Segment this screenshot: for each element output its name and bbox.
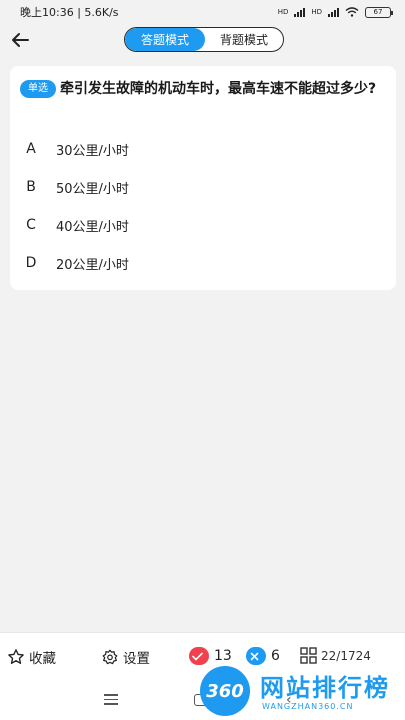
question-text-block: 单选 牵引发生故障的机动车时，最高车速不能超过多少? xyxy=(20,78,386,101)
wrong-count-value: 13 xyxy=(214,648,232,664)
status-icons: HD HD 67 xyxy=(277,6,393,18)
option-text: 20公里/小时 xyxy=(56,257,129,273)
option-a[interactable]: A 30公里/小时 xyxy=(20,134,129,164)
status-bar: 晚上10:36 | 5.6K/s HD HD 67 xyxy=(0,0,405,24)
answer-sheet-button[interactable]: 22/1724 xyxy=(300,647,371,664)
option-letter: B xyxy=(26,179,36,195)
option-letter: C xyxy=(26,217,36,233)
option-letter: D xyxy=(25,255,37,271)
cross-icon xyxy=(246,647,266,665)
network-label-1: HD xyxy=(277,8,289,16)
right-count-value: 6 xyxy=(271,648,280,664)
right-count[interactable]: 6 xyxy=(246,647,280,665)
option-d[interactable]: D 20公里/小时 xyxy=(20,248,129,278)
wrong-count[interactable]: 13 xyxy=(189,647,232,665)
signal-icon-2 xyxy=(328,7,339,17)
battery-icon: 67 xyxy=(365,6,393,18)
watermark-logo: 360 xyxy=(200,666,250,716)
question-text: 牵引发生故障的机动车时，最高车速不能超过多少? xyxy=(60,81,377,97)
favorite-button[interactable]: 收藏 xyxy=(7,647,56,667)
option-b[interactable]: B 50公里/小时 xyxy=(20,172,129,202)
star-icon xyxy=(8,649,24,664)
menu-icon[interactable] xyxy=(104,694,118,708)
favorite-label: 收藏 xyxy=(29,651,56,667)
option-letter: A xyxy=(26,141,36,157)
option-text: 40公里/小时 xyxy=(56,219,129,235)
settings-button[interactable]: 设置 xyxy=(101,647,150,667)
question-card: 单选 牵引发生故障的机动车时，最高车速不能超过多少? A 30公里/小时 B 50… xyxy=(10,66,396,290)
grid-icon xyxy=(300,647,317,664)
option-text: 50公里/小时 xyxy=(56,181,129,197)
option-text: 30公里/小时 xyxy=(56,143,129,159)
arrow-left-icon xyxy=(12,33,29,47)
question-type-badge: 单选 xyxy=(20,80,56,98)
gear-icon xyxy=(102,649,118,665)
tab-answer-mode[interactable]: 答题模式 xyxy=(125,28,205,51)
wifi-icon xyxy=(345,7,359,17)
settings-label: 设置 xyxy=(123,651,150,667)
watermark-url: WANGZHAN360.CN xyxy=(262,702,354,711)
mode-toggle: 答题模式 背题模式 xyxy=(124,27,284,52)
progress-total: /1724 xyxy=(336,648,371,663)
watermark: 360 网站排行榜 WANGZHAN360.CN xyxy=(196,664,405,720)
tab-recite-mode[interactable]: 背题模式 xyxy=(205,28,283,51)
progress-current: 22 xyxy=(321,648,337,663)
network-label-2: HD xyxy=(311,8,322,16)
top-bar: 答题模式 背题模式 xyxy=(0,24,405,60)
check-icon xyxy=(189,647,209,665)
status-time-speed: 晚上10:36 | 5.6K/s xyxy=(20,6,119,19)
signal-icon xyxy=(294,7,306,17)
watermark-title: 网站排行榜 xyxy=(260,674,390,702)
battery-level: 67 xyxy=(373,8,383,16)
back-button[interactable] xyxy=(8,28,32,52)
option-c[interactable]: C 40公里/小时 xyxy=(20,210,129,240)
